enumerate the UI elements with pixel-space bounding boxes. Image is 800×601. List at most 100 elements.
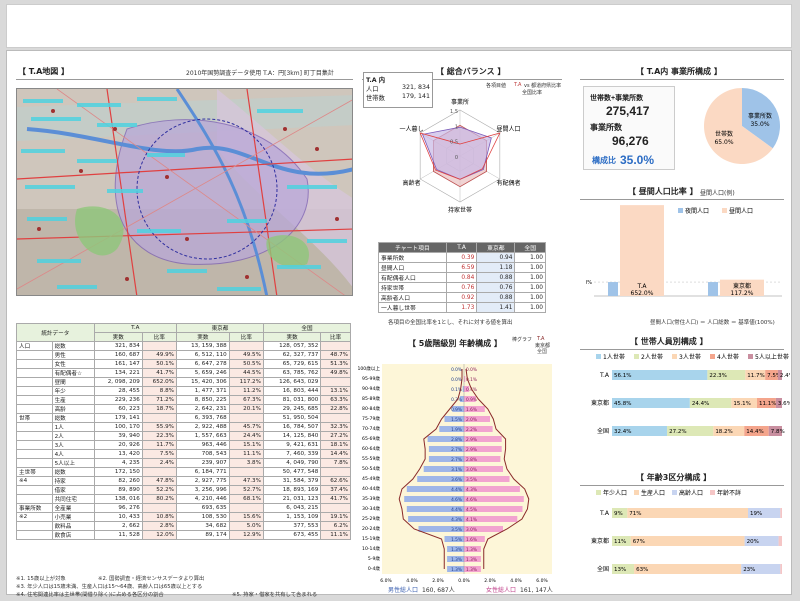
kpi-ratio-label: 構成比	[592, 156, 616, 165]
stats-row-label: 全産業	[51, 503, 95, 513]
balance-header: 全国	[514, 242, 546, 253]
stats-ratio: 45.7%	[228, 422, 264, 432]
male-total-label: 男性総人口	[388, 587, 419, 594]
female-pct: 1.3%	[466, 557, 477, 563]
legend-label: 4人世帯	[717, 353, 739, 361]
legend-label: 5人以上世帯	[755, 353, 789, 361]
stats-ratio	[141, 467, 177, 477]
age-label: 25-29歳	[362, 515, 380, 522]
stats-ratio: 63.3%	[320, 395, 351, 405]
stats-row-label: 1人	[51, 422, 95, 432]
household-panel-title: 【 世帯人員別構成 】	[630, 337, 708, 346]
kpi-est-label: 事業所数	[590, 123, 622, 132]
age-label: 45-49歳	[362, 475, 380, 482]
female-pct: 4.6%	[466, 497, 477, 503]
stats-row-label: ※4	[16, 476, 53, 486]
segment-label: 67%	[633, 539, 645, 545]
segment-label: 11%	[614, 539, 626, 545]
stats-ratio: 50.5%	[228, 359, 264, 369]
stats-region-tokyo: 東京都	[175, 323, 264, 333]
age-label: 5-9歳	[368, 555, 381, 562]
stats-value: 16, 784, 507	[262, 422, 322, 432]
stats-ratio: 7.8%	[320, 458, 351, 468]
stats-value: 20, 926	[93, 440, 143, 450]
male-pct: 3.5%	[451, 527, 462, 533]
stats-value: 5, 659, 246	[175, 368, 230, 378]
stats-value: 34, 682	[175, 521, 230, 531]
age-label: 50-54歳	[362, 465, 380, 472]
stats-value: 4, 049, 790	[262, 458, 322, 468]
stats-ratio: 13.1%	[320, 386, 351, 396]
stats-ratio	[228, 467, 264, 477]
stats-row-label	[16, 521, 53, 531]
stats-value: 693, 635	[175, 503, 230, 513]
stats-ratio: 7.5%	[141, 449, 177, 459]
stats-ratio	[320, 341, 351, 351]
map-panel-title: 【 T.A地図 】	[18, 67, 70, 76]
male-pct: 4.3%	[451, 517, 462, 523]
male-pct: 0.0%	[451, 377, 462, 383]
stats-value: 28, 455	[93, 386, 143, 396]
segment-label: 20%	[747, 539, 759, 545]
stats-row-label	[16, 494, 53, 504]
row-label: T.A	[599, 510, 610, 517]
stats-ratio: 15.1%	[228, 440, 264, 450]
stats-subheader: 実数	[175, 332, 230, 342]
female-pct: 3.0%	[466, 527, 477, 533]
stats-value: 29, 245, 685	[262, 404, 322, 414]
stats-ratio: 68.1%	[228, 494, 264, 504]
balance-item-value: 0.39	[445, 252, 478, 263]
male-pct: 4.4%	[451, 487, 462, 493]
legend-label: 生産人口	[641, 489, 665, 497]
male-pct: 3.6%	[451, 477, 462, 483]
radar-scale-label: 1	[455, 124, 458, 130]
stats-row-label: 主世帯	[16, 467, 53, 477]
stats-ratio: 48.7%	[320, 350, 351, 360]
table-row: 1人 100, 170 55.9% 2, 922, 488 45.7% 16, 784, …	[16, 422, 351, 432]
balance-item-value: 1.00	[514, 272, 546, 283]
stats-ratio	[228, 503, 264, 513]
radar-axis-label: 昼間人口	[496, 126, 520, 133]
age-label: 75-79歳	[362, 415, 380, 422]
stats-value: 62, 327, 737	[262, 350, 322, 360]
stats-value: 108, 530	[175, 512, 230, 522]
table-row: 高齢 60, 223 18.7% 2, 642, 231 20.1% 29, 245, 6…	[16, 404, 351, 414]
balance-header: 東京都	[476, 242, 516, 253]
daytime-panel-subtitle: 昼間人口(例)	[700, 190, 735, 197]
legend-night: 夜間人口	[685, 207, 709, 215]
age-label: 100歳以上	[357, 365, 380, 372]
ta-map[interactable]	[16, 88, 353, 296]
stats-ratio	[141, 341, 177, 351]
stats-row-label	[16, 449, 53, 459]
stats-value: 126, 643, 029	[262, 377, 322, 387]
balance-item-value: 1.00	[514, 302, 546, 313]
balance-item-value: 0.92	[445, 292, 478, 303]
legend-swatch	[710, 490, 715, 495]
balance-item-value: 1.18	[476, 262, 516, 273]
stats-value: 6, 393, 768	[175, 413, 230, 423]
stats-ratio: 18.7%	[141, 404, 177, 414]
balance-table: チャート項目 T.A 東京都 全国 事業所数 0.39 0.94 1.00 昼間人口 6.…	[378, 242, 546, 313]
balance-item-value: 1.73	[445, 302, 478, 313]
establishment-panel-title: 【 T.A内 事業所構成 】	[636, 67, 722, 76]
stats-row-label: 3人	[51, 440, 95, 450]
age-label: 90-94歳	[362, 385, 380, 392]
stats-value: 3, 256, 996	[175, 485, 230, 495]
pie-label-households: 世帯数	[715, 130, 733, 138]
radar-scale-label: 0.5	[450, 140, 458, 146]
stats-ratio	[141, 413, 177, 423]
female-pct: 4.5%	[466, 507, 477, 513]
daytime-formula: 昼間人口(常住人口) ＝ 人口総数 ＝ 基準値(100%)	[650, 320, 775, 326]
table-row: 4人 13, 420 7.5% 708, 543 11.1% 7, 460, 339 14.…	[16, 449, 351, 459]
stats-row-label	[16, 422, 53, 432]
male-pct: 1.3%	[451, 567, 462, 573]
stats-footnote: ※5. 持家・借家を共有して含まれる	[232, 592, 318, 598]
bar-name: 東京都	[733, 282, 751, 290]
bar-pct: 117.2%	[731, 290, 754, 297]
female-pct: 3.5%	[466, 477, 477, 483]
male-pct: 1.5%	[451, 537, 462, 543]
stats-value: 2, 098, 209	[93, 377, 143, 387]
radar-scale-label: 0	[455, 155, 458, 161]
stats-value: 673, 455	[262, 530, 322, 540]
stats-footnote: ※1. 15歳以上が対象	[16, 576, 66, 582]
